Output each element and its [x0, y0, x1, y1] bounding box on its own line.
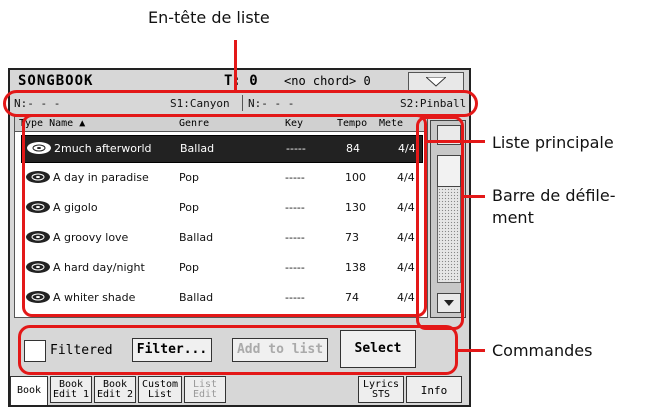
- n2-value: N:- - -: [248, 97, 295, 110]
- song-disc-icon: [26, 261, 50, 273]
- list-item[interactable]: A groovy love Ballad ----- 73 4/4: [21, 225, 421, 251]
- song-disc-icon: [27, 142, 51, 154]
- song-key: -----: [286, 142, 306, 155]
- header-callout: En-tête de liste: [148, 8, 270, 27]
- song-meter: 4/4: [397, 171, 415, 184]
- song-disc-icon: [26, 171, 50, 183]
- song-name: A whiter shade: [53, 291, 136, 304]
- s2-style: S2:Pinball: [400, 97, 467, 110]
- tab-custom-list[interactable]: Custom List: [138, 376, 182, 403]
- song-disc-icon: [26, 231, 50, 243]
- scrollbar-leader-line: [464, 195, 485, 198]
- scroll-down-button[interactable]: [437, 293, 461, 313]
- scroll-thumb[interactable]: [437, 155, 461, 187]
- song-genre: Pop: [179, 261, 199, 274]
- tab-lyrics-sts[interactable]: Lyrics STS: [358, 376, 404, 403]
- song-meter: 4/4: [397, 261, 415, 274]
- song-name: A groovy love: [53, 231, 129, 244]
- select-button[interactable]: Select: [340, 330, 416, 368]
- filtered-label: Filtered: [50, 343, 113, 358]
- tab-info[interactable]: Info: [406, 376, 462, 403]
- s1-style: S1:Canyon: [170, 97, 230, 110]
- commands-leader-line: [458, 349, 485, 352]
- song-meter: 4/4: [397, 231, 415, 244]
- song-genre: Ballad: [179, 231, 214, 244]
- song-name: A gigolo: [53, 201, 98, 214]
- song-meter: 4/4: [398, 142, 416, 155]
- song-genre: Pop: [179, 201, 199, 214]
- main-list-callout: Liste principale: [492, 133, 614, 152]
- commands-callout: Commandes: [492, 341, 593, 360]
- song-disc-icon: [26, 291, 50, 303]
- song-key: -----: [285, 201, 305, 214]
- list-item[interactable]: A whiter shade Ballad ----- 74 4/4: [21, 285, 421, 311]
- col-type-name[interactable]: Type Name ▲: [19, 118, 85, 129]
- list-item[interactable]: A gigolo Pop ----- 130 4/4: [21, 195, 421, 221]
- song-tempo: 84: [346, 142, 360, 155]
- song-meter: 4/4: [397, 291, 415, 304]
- song-tempo: 73: [345, 231, 359, 244]
- n1-value: N:- - -: [14, 97, 61, 110]
- song-tempo: 100: [345, 171, 366, 184]
- triangle-down-icon: [426, 77, 446, 87]
- list-item[interactable]: A day in paradise Pop ----- 100 4/4: [21, 165, 421, 191]
- song-tempo: 130: [345, 201, 366, 214]
- tab-book-edit-2[interactable]: Book Edit 2: [94, 376, 136, 403]
- tab-book-edit-1[interactable]: Book Edit 1: [50, 376, 92, 403]
- tab-bar: Book Book Edit 1 Book Edit 2 Custom List Li…: [10, 376, 469, 405]
- song-genre: Ballad: [179, 291, 214, 304]
- song-genre: Ballad: [180, 142, 215, 155]
- arrow-down-icon: [444, 300, 454, 306]
- tab-book[interactable]: Book: [10, 376, 48, 405]
- col-tempo[interactable]: Tempo: [337, 118, 367, 129]
- song-genre: Pop: [179, 171, 199, 184]
- song-name: 2much afterworld: [54, 142, 152, 155]
- app-title: SONGBOOK: [18, 73, 94, 89]
- song-tempo: 74: [345, 291, 359, 304]
- song-key: -----: [285, 231, 305, 244]
- add-to-list-button[interactable]: Add to list: [232, 338, 328, 362]
- title-bar: SONGBOOK T: 0 <no chord> 0: [10, 70, 469, 93]
- list-item[interactable]: A hard day/night Pop ----- 138 4/4: [21, 255, 421, 281]
- song-tempo: 138: [345, 261, 366, 274]
- song-list: Type Name ▲ Genre Key Tempo Mete 2much a…: [14, 116, 428, 318]
- filter-button[interactable]: Filter...: [132, 338, 212, 362]
- song-name: A hard day/night: [53, 261, 145, 274]
- chord-display: <no chord> 0: [284, 74, 371, 88]
- song-key: -----: [285, 291, 305, 304]
- info-divider: [242, 95, 243, 111]
- header-leader-line: [234, 40, 237, 92]
- page-menu-button[interactable]: [408, 72, 464, 91]
- song-key: -----: [285, 261, 305, 274]
- tab-list-edit[interactable]: List Edit: [184, 376, 226, 403]
- song-disc-icon: [26, 201, 50, 213]
- col-meter[interactable]: Mete: [379, 118, 403, 129]
- main-list-leader-line: [427, 140, 485, 143]
- song-name: A day in paradise: [53, 171, 149, 184]
- column-header-row: Type Name ▲ Genre Key Tempo Mete: [15, 117, 427, 132]
- list-item[interactable]: 2much afterworld Ballad ----- 84 4/4: [21, 135, 423, 163]
- transpose-display: T: 0: [224, 73, 258, 89]
- col-genre[interactable]: Genre: [179, 118, 209, 129]
- songbook-screen: SONGBOOK T: 0 <no chord> 0 N:- - - S1:Ca…: [8, 68, 471, 407]
- list-header-info: N:- - - S1:Canyon N:- - - S2:Pinball: [10, 94, 469, 112]
- song-meter: 4/4: [397, 201, 415, 214]
- col-key[interactable]: Key: [285, 118, 303, 129]
- song-key: -----: [285, 171, 305, 184]
- filtered-checkbox[interactable]: [24, 340, 46, 362]
- scrollbar-callout-line1: Barre de défile-: [492, 186, 616, 205]
- scrollbar[interactable]: [430, 120, 466, 318]
- scrollbar-callout-line2: ment: [492, 208, 534, 227]
